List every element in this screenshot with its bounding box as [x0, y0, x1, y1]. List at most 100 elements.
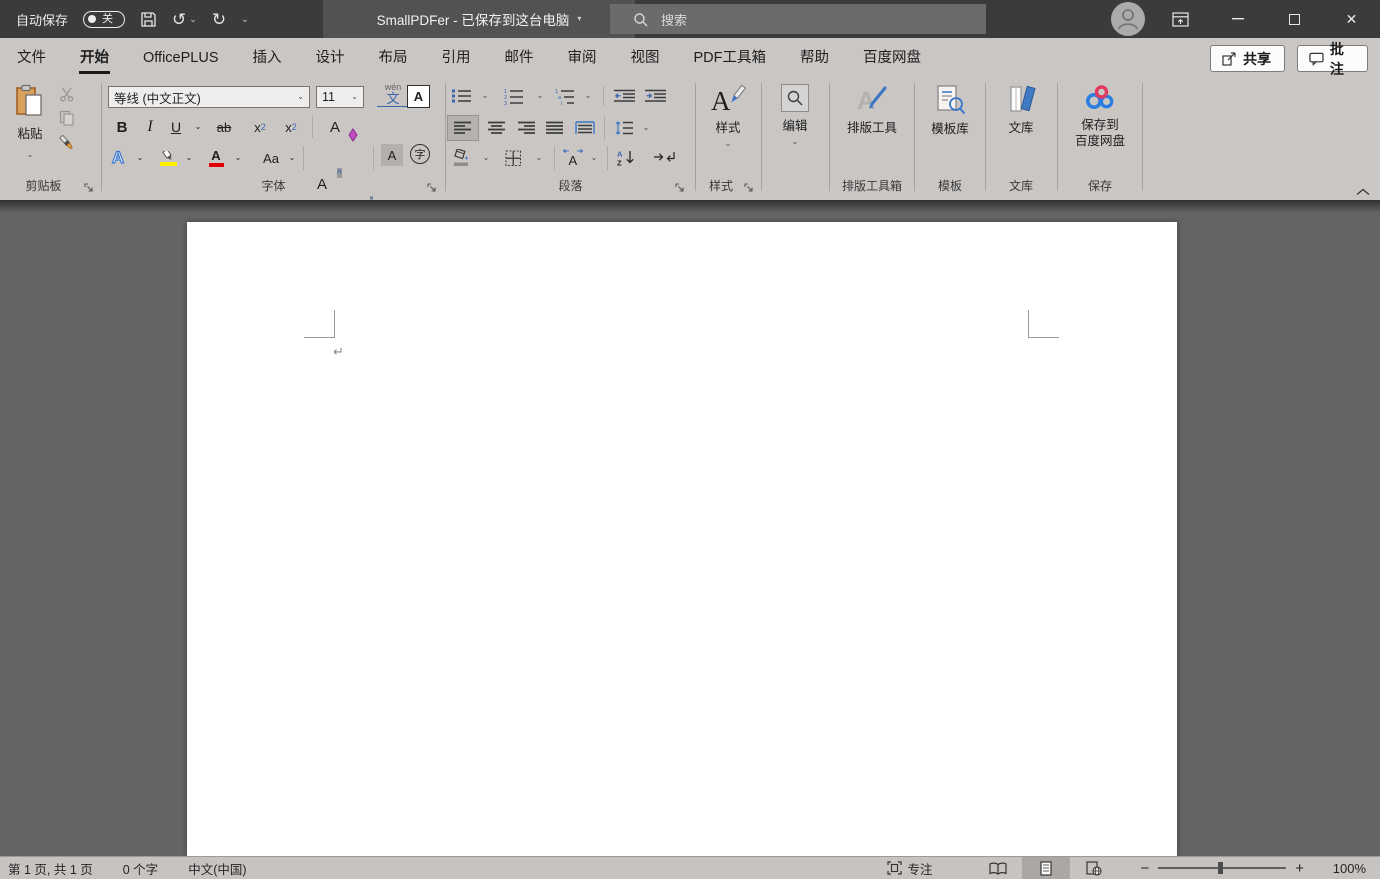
tab-home[interactable]: 开始: [63, 38, 126, 78]
paste-dropdown-icon[interactable]: ⌄: [27, 151, 34, 159]
italic-button[interactable]: I: [140, 114, 160, 140]
tab-layout[interactable]: 布局: [362, 38, 425, 78]
asian-layout-button[interactable]: A: [558, 144, 588, 170]
ribbon-display-options-button[interactable]: [1152, 0, 1209, 38]
wenku-button[interactable]: 文库: [986, 84, 1056, 136]
autosave-toggle[interactable]: 关: [83, 11, 125, 28]
underline-dropdown-icon[interactable]: ⌄: [192, 114, 204, 140]
sort-button[interactable]: AZ: [612, 144, 642, 170]
tab-review[interactable]: 审阅: [551, 38, 614, 78]
minimize-button[interactable]: [1209, 0, 1266, 38]
word-count[interactable]: 0 个字: [123, 859, 158, 878]
bullets-dropdown-icon[interactable]: ⌄: [479, 88, 491, 104]
format-painter-button[interactable]: [58, 134, 76, 152]
document-title[interactable]: SmallPDFer - 已保存到这台电脑 ▾: [323, 0, 635, 38]
tab-view[interactable]: 视图: [614, 38, 677, 78]
align-center-button[interactable]: [484, 116, 510, 140]
numbering-dropdown-icon[interactable]: ⌄: [534, 88, 546, 104]
tab-insert[interactable]: 插入: [236, 38, 299, 78]
clipboard-dialog-launcher[interactable]: [84, 183, 94, 193]
justify-button[interactable]: [542, 116, 568, 140]
subscript-button[interactable]: x2: [247, 114, 273, 140]
comment-button[interactable]: 批注: [1297, 45, 1368, 72]
read-mode-button[interactable]: [974, 857, 1022, 879]
line-spacing-dropdown-icon[interactable]: ⌄: [640, 120, 652, 136]
font-color-button[interactable]: A: [204, 144, 228, 172]
page-indicator[interactable]: 第 1 页, 共 1 页: [8, 859, 93, 878]
zoom-slider-thumb[interactable]: [1218, 862, 1223, 874]
template-library-button[interactable]: 模板库: [915, 84, 985, 137]
paragraph-dialog-launcher[interactable]: [675, 183, 685, 193]
close-button[interactable]: ✕: [1323, 0, 1380, 38]
font-dialog-launcher[interactable]: [427, 183, 437, 193]
shading-button[interactable]: [448, 146, 474, 170]
tab-help[interactable]: 帮助: [783, 38, 846, 78]
clear-formatting-button[interactable]: A: [320, 114, 350, 140]
account-avatar[interactable]: [1111, 2, 1145, 36]
superscript-button[interactable]: x2: [278, 114, 304, 140]
collapse-ribbon-button[interactable]: [1356, 188, 1370, 196]
save-to-baidu-pan-button[interactable]: 保存到 百度网盘: [1058, 84, 1142, 150]
layout-tools-button[interactable]: A 排版工具: [830, 84, 914, 136]
borders-dropdown-icon[interactable]: ⌄: [533, 150, 545, 166]
print-layout-button[interactable]: [1022, 857, 1070, 879]
change-case-button[interactable]: Aa: [257, 144, 285, 172]
character-border-button[interactable]: A: [407, 85, 430, 108]
numbering-button[interactable]: 123: [502, 86, 526, 106]
bold-button[interactable]: B: [110, 114, 134, 140]
tab-pdf-tools[interactable]: PDF工具箱: [677, 38, 784, 78]
phonetic-guide-button[interactable]: wén 文: [377, 83, 409, 107]
copy-button[interactable]: [59, 110, 75, 126]
increase-indent-button[interactable]: [642, 86, 670, 106]
strikethrough-button[interactable]: ab: [210, 114, 238, 140]
font-size-select[interactable]: 11 ⌄: [316, 86, 364, 108]
web-layout-button[interactable]: [1070, 857, 1118, 879]
cut-button[interactable]: [59, 86, 75, 102]
tab-file[interactable]: 文件: [0, 38, 63, 78]
zoom-percentage[interactable]: 100%: [1324, 861, 1366, 876]
tab-baidu-pan[interactable]: 百度网盘: [846, 38, 938, 78]
multilevel-list-button[interactable]: 1ai: [552, 86, 578, 106]
align-right-button[interactable]: [514, 116, 540, 140]
text-effects-dropdown-icon[interactable]: ⌄: [134, 144, 146, 172]
language-indicator[interactable]: 中文(中国): [188, 859, 246, 878]
borders-button[interactable]: [500, 146, 526, 170]
styles-dialog-launcher[interactable]: [744, 183, 754, 193]
font-family-select[interactable]: 等线 (中文正文) ⌄: [108, 86, 310, 108]
styles-button[interactable]: A 样式 ⌄: [696, 84, 760, 148]
zoom-in-button[interactable]: +: [1295, 860, 1304, 877]
change-case-dropdown-icon[interactable]: ⌄: [286, 144, 298, 172]
document-page[interactable]: ↵: [187, 222, 1177, 856]
tab-design[interactable]: 设计: [299, 38, 362, 78]
text-effects-button[interactable]: A: [106, 144, 130, 172]
share-button[interactable]: 共享: [1210, 45, 1285, 72]
tab-mailings[interactable]: 邮件: [488, 38, 551, 78]
paste-button[interactable]: 粘贴 ⌄: [8, 84, 52, 176]
maximize-button[interactable]: [1266, 0, 1323, 38]
font-color-dropdown-icon[interactable]: ⌄: [232, 144, 244, 172]
tab-officeplus[interactable]: OfficePLUS: [126, 38, 236, 78]
underline-button[interactable]: U: [166, 114, 186, 140]
highlight-dropdown-icon[interactable]: ⌄: [183, 144, 195, 172]
zoom-slider[interactable]: [1158, 867, 1286, 869]
redo-button[interactable]: ↻: [212, 11, 226, 28]
enclose-characters-button[interactable]: 字: [410, 144, 430, 164]
shading-dropdown-icon[interactable]: ⌄: [480, 150, 492, 166]
zoom-out-button[interactable]: −: [1140, 860, 1149, 877]
search-input[interactable]: 搜索: [610, 4, 986, 34]
save-button[interactable]: [140, 11, 157, 28]
asian-layout-dropdown-icon[interactable]: ⌄: [588, 150, 600, 166]
line-spacing-button[interactable]: [611, 116, 637, 140]
tab-references[interactable]: 引用: [425, 38, 488, 78]
customize-qat-button[interactable]: ⌄: [241, 15, 249, 24]
multilevel-dropdown-icon[interactable]: ⌄: [582, 88, 594, 104]
bullets-button[interactable]: [450, 86, 474, 106]
undo-dropdown-icon[interactable]: ⌄: [189, 15, 197, 24]
character-shading-button[interactable]: A: [381, 144, 403, 166]
focus-mode-button[interactable]: 专注: [887, 859, 932, 878]
text-highlight-button[interactable]: [156, 144, 180, 172]
decrease-indent-button[interactable]: [611, 86, 639, 106]
distribute-button[interactable]: [570, 116, 600, 140]
align-left-button[interactable]: [448, 116, 478, 140]
show-formatting-marks-button[interactable]: [649, 144, 681, 170]
